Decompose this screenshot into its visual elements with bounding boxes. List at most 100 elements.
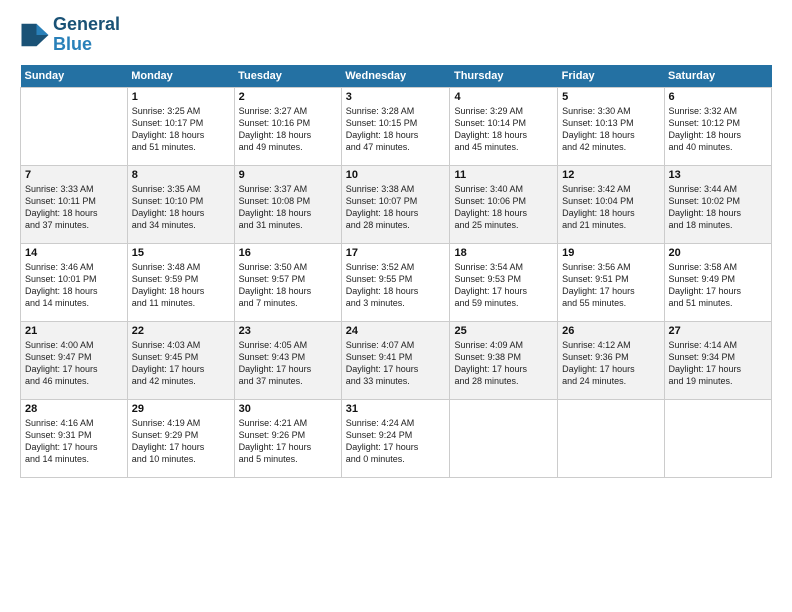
calendar-cell bbox=[450, 399, 558, 477]
day-number: 7 bbox=[25, 169, 123, 181]
day-info: Sunrise: 3:58 AM Sunset: 9:49 PM Dayligh… bbox=[669, 261, 768, 310]
logo: General Blue bbox=[20, 15, 120, 55]
day-number: 21 bbox=[25, 325, 123, 337]
logo-icon bbox=[20, 20, 50, 50]
day-info: Sunrise: 3:38 AM Sunset: 10:07 PM Daylig… bbox=[346, 183, 446, 232]
day-number: 12 bbox=[562, 169, 659, 181]
day-info: Sunrise: 4:07 AM Sunset: 9:41 PM Dayligh… bbox=[346, 339, 446, 388]
day-number: 19 bbox=[562, 247, 659, 259]
calendar-cell: 17 Sunrise: 3:52 AM Sunset: 9:55 PM Dayli… bbox=[341, 243, 450, 321]
day-info: Sunrise: 3:52 AM Sunset: 9:55 PM Dayligh… bbox=[346, 261, 446, 310]
week-row-5: 28Sunrise: 4:16 AM Sunset: 9:31 PM Dayli… bbox=[21, 399, 772, 477]
calendar-cell: 31Sunrise: 4:24 AM Sunset: 9:24 PM Dayli… bbox=[341, 399, 450, 477]
day-info: Sunrise: 3:27 AM Sunset: 10:16 PM Daylig… bbox=[239, 105, 337, 154]
weekday-friday: Friday bbox=[558, 65, 664, 88]
calendar-cell: 18Sunrise: 3:54 AM Sunset: 9:53 PM Dayli… bbox=[450, 243, 558, 321]
calendar-cell: 23 Sunrise: 4:05 AM Sunset: 9:43 PM Dayli… bbox=[234, 321, 341, 399]
header: General Blue bbox=[20, 15, 772, 55]
calendar-cell: 11 Sunrise: 3:40 AM Sunset: 10:06 PM Dayl… bbox=[450, 165, 558, 243]
day-number: 31 bbox=[346, 403, 446, 415]
calendar-cell: 25 Sunrise: 4:09 AM Sunset: 9:38 PM Dayli… bbox=[450, 321, 558, 399]
calendar-cell bbox=[21, 87, 128, 165]
day-info: Sunrise: 3:28 AM Sunset: 10:15 PM Daylig… bbox=[346, 105, 446, 154]
weekday-monday: Monday bbox=[127, 65, 234, 88]
day-number: 11 bbox=[454, 169, 553, 181]
day-number: 24 bbox=[346, 325, 446, 337]
day-number: 29 bbox=[132, 403, 230, 415]
calendar-cell: 26 Sunrise: 4:12 AM Sunset: 9:36 PM Dayli… bbox=[558, 321, 664, 399]
calendar-cell: 20 Sunrise: 3:58 AM Sunset: 9:49 PM Dayli… bbox=[664, 243, 772, 321]
calendar-cell: 15 Sunrise: 3:48 AM Sunset: 9:59 PM Dayli… bbox=[127, 243, 234, 321]
day-info: Sunrise: 3:42 AM Sunset: 10:04 PM Daylig… bbox=[562, 183, 659, 232]
day-info: Sunrise: 3:50 AM Sunset: 9:57 PM Dayligh… bbox=[239, 261, 337, 310]
calendar-cell: 1 Sunrise: 3:25 AM Sunset: 10:17 PM Dayli… bbox=[127, 87, 234, 165]
weekday-header-row: SundayMondayTuesdayWednesdayThursdayFrid… bbox=[21, 65, 772, 88]
day-info: Sunrise: 3:46 AM Sunset: 10:01 PM Daylig… bbox=[25, 261, 123, 310]
day-number: 25 bbox=[454, 325, 553, 337]
day-number: 5 bbox=[562, 91, 659, 103]
day-info: Sunrise: 4:14 AM Sunset: 9:34 PM Dayligh… bbox=[669, 339, 768, 388]
day-info: Sunrise: 4:03 AM Sunset: 9:45 PM Dayligh… bbox=[132, 339, 230, 388]
day-number: 26 bbox=[562, 325, 659, 337]
calendar-cell: 24 Sunrise: 4:07 AM Sunset: 9:41 PM Dayli… bbox=[341, 321, 450, 399]
day-info: Sunrise: 3:37 AM Sunset: 10:08 PM Daylig… bbox=[239, 183, 337, 232]
day-number: 17 bbox=[346, 247, 446, 259]
day-number: 16 bbox=[239, 247, 337, 259]
day-info: Sunrise: 3:30 AM Sunset: 10:13 PM Daylig… bbox=[562, 105, 659, 154]
day-info: Sunrise: 4:09 AM Sunset: 9:38 PM Dayligh… bbox=[454, 339, 553, 388]
day-number: 20 bbox=[669, 247, 768, 259]
calendar-cell: 14 Sunrise: 3:46 AM Sunset: 10:01 PM Dayl… bbox=[21, 243, 128, 321]
day-number: 10 bbox=[346, 169, 446, 181]
day-info: Sunrise: 4:19 AM Sunset: 9:29 PM Dayligh… bbox=[132, 417, 230, 466]
day-info: Sunrise: 3:25 AM Sunset: 10:17 PM Daylig… bbox=[132, 105, 230, 154]
calendar-cell: 27Sunrise: 4:14 AM Sunset: 9:34 PM Dayli… bbox=[664, 321, 772, 399]
calendar-cell bbox=[558, 399, 664, 477]
calendar-cell: 30Sunrise: 4:21 AM Sunset: 9:26 PM Dayli… bbox=[234, 399, 341, 477]
page: General Blue SundayMondayTuesdayWednesda… bbox=[0, 0, 792, 612]
day-number: 3 bbox=[346, 91, 446, 103]
day-info: Sunrise: 3:33 AM Sunset: 10:11 PM Daylig… bbox=[25, 183, 123, 232]
day-info: Sunrise: 3:35 AM Sunset: 10:10 PM Daylig… bbox=[132, 183, 230, 232]
day-info: Sunrise: 4:12 AM Sunset: 9:36 PM Dayligh… bbox=[562, 339, 659, 388]
calendar-cell: 12 Sunrise: 3:42 AM Sunset: 10:04 PM Dayl… bbox=[558, 165, 664, 243]
week-row-3: 14 Sunrise: 3:46 AM Sunset: 10:01 PM Dayl… bbox=[21, 243, 772, 321]
week-row-2: 7 Sunrise: 3:33 AM Sunset: 10:11 PM Dayli… bbox=[21, 165, 772, 243]
day-number: 1 bbox=[132, 91, 230, 103]
day-info: Sunrise: 3:40 AM Sunset: 10:06 PM Daylig… bbox=[454, 183, 553, 232]
day-info: Sunrise: 4:05 AM Sunset: 9:43 PM Dayligh… bbox=[239, 339, 337, 388]
week-row-4: 21Sunrise: 4:00 AM Sunset: 9:47 PM Dayli… bbox=[21, 321, 772, 399]
calendar-cell: 21Sunrise: 4:00 AM Sunset: 9:47 PM Dayli… bbox=[21, 321, 128, 399]
calendar-cell: 7 Sunrise: 3:33 AM Sunset: 10:11 PM Dayli… bbox=[21, 165, 128, 243]
day-number: 22 bbox=[132, 325, 230, 337]
day-info: Sunrise: 3:32 AM Sunset: 10:12 PM Daylig… bbox=[669, 105, 768, 154]
day-number: 9 bbox=[239, 169, 337, 181]
day-number: 23 bbox=[239, 325, 337, 337]
weekday-thursday: Thursday bbox=[450, 65, 558, 88]
calendar-cell: 22 Sunrise: 4:03 AM Sunset: 9:45 PM Dayli… bbox=[127, 321, 234, 399]
logo-text: General Blue bbox=[53, 15, 120, 55]
day-info: Sunrise: 3:48 AM Sunset: 9:59 PM Dayligh… bbox=[132, 261, 230, 310]
calendar-cell: 2Sunrise: 3:27 AM Sunset: 10:16 PM Dayli… bbox=[234, 87, 341, 165]
calendar-cell: 13 Sunrise: 3:44 AM Sunset: 10:02 PM Dayl… bbox=[664, 165, 772, 243]
calendar-cell: 4Sunrise: 3:29 AM Sunset: 10:14 PM Dayli… bbox=[450, 87, 558, 165]
day-number: 13 bbox=[669, 169, 768, 181]
day-number: 6 bbox=[669, 91, 768, 103]
calendar-cell: 10 Sunrise: 3:38 AM Sunset: 10:07 PM Dayl… bbox=[341, 165, 450, 243]
day-info: Sunrise: 3:44 AM Sunset: 10:02 PM Daylig… bbox=[669, 183, 768, 232]
calendar-cell: 19Sunrise: 3:56 AM Sunset: 9:51 PM Dayli… bbox=[558, 243, 664, 321]
calendar-cell: 8 Sunrise: 3:35 AM Sunset: 10:10 PM Dayli… bbox=[127, 165, 234, 243]
day-info: Sunrise: 3:54 AM Sunset: 9:53 PM Dayligh… bbox=[454, 261, 553, 310]
day-number: 15 bbox=[132, 247, 230, 259]
day-number: 8 bbox=[132, 169, 230, 181]
calendar-table: SundayMondayTuesdayWednesdayThursdayFrid… bbox=[20, 65, 772, 478]
week-row-1: 1 Sunrise: 3:25 AM Sunset: 10:17 PM Dayli… bbox=[21, 87, 772, 165]
calendar-cell: 16 Sunrise: 3:50 AM Sunset: 9:57 PM Dayli… bbox=[234, 243, 341, 321]
weekday-saturday: Saturday bbox=[664, 65, 772, 88]
calendar-cell: 29 Sunrise: 4:19 AM Sunset: 9:29 PM Dayli… bbox=[127, 399, 234, 477]
weekday-sunday: Sunday bbox=[21, 65, 128, 88]
day-number: 14 bbox=[25, 247, 123, 259]
calendar-cell bbox=[664, 399, 772, 477]
weekday-wednesday: Wednesday bbox=[341, 65, 450, 88]
day-info: Sunrise: 4:16 AM Sunset: 9:31 PM Dayligh… bbox=[25, 417, 123, 466]
calendar-cell: 9 Sunrise: 3:37 AM Sunset: 10:08 PM Dayli… bbox=[234, 165, 341, 243]
